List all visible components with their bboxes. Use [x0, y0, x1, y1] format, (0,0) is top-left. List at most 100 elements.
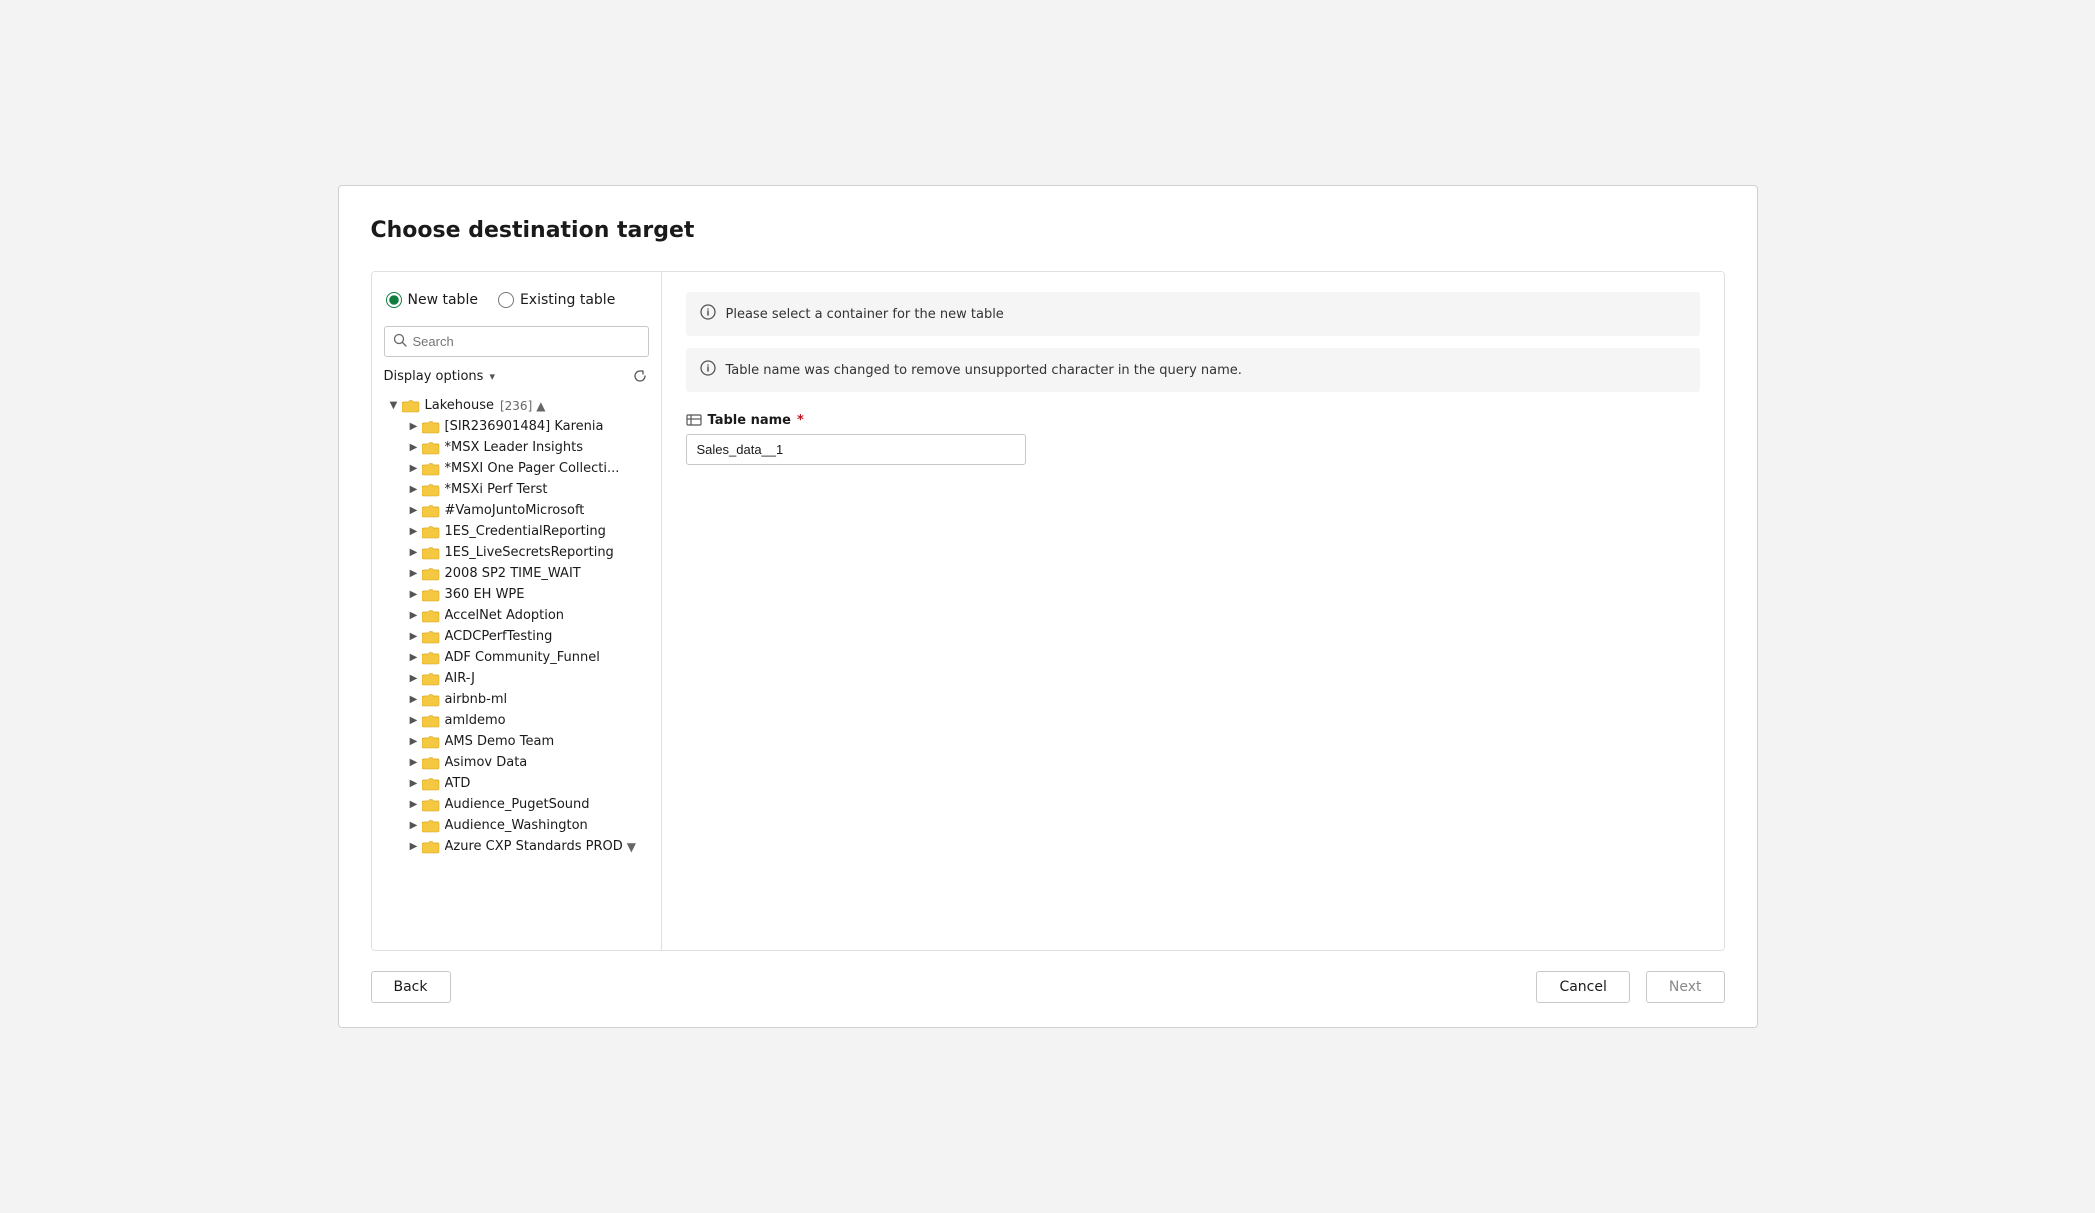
choose-destination-dialog: Choose destination target New table Exis… — [338, 185, 1758, 1028]
tree-item[interactable]: ▶ AccelNet Adoption — [404, 605, 649, 626]
item-chevron-icon: ▶ — [406, 841, 422, 852]
tree-item[interactable]: ▶ 1ES_LiveSecretsReporting — [404, 542, 649, 563]
tree-item-label: ADF Community_Funnel — [445, 650, 600, 665]
item-chevron-icon: ▶ — [406, 484, 422, 495]
item-chevron-icon: ▶ — [406, 463, 422, 474]
tree-item[interactable]: ▶ ATD — [404, 773, 649, 794]
tree-item[interactable]: ▶ Asimov Data — [404, 752, 649, 773]
folder-icon — [422, 504, 440, 518]
tree-item-label: 360 EH WPE — [445, 587, 525, 602]
tree-item[interactable]: ▶ ACDCPerfTesting — [404, 626, 649, 647]
tree-item[interactable]: ▶ 2008 SP2 TIME_WAIT — [404, 563, 649, 584]
tree-item[interactable]: ▶ *MSX Leader Insights — [404, 437, 649, 458]
table-type-radio-group: New table Existing table — [384, 288, 649, 312]
tree-item[interactable]: ▶ 1ES_CredentialReporting — [404, 521, 649, 542]
item-chevron-icon: ▶ — [406, 799, 422, 810]
tree-item[interactable]: ▶ 360 EH WPE — [404, 584, 649, 605]
dialog-title: Choose destination target — [371, 218, 1725, 243]
new-table-radio-label[interactable]: New table — [386, 292, 478, 308]
item-chevron-icon: ▶ — [406, 631, 422, 642]
table-name-label-row: Table name * — [686, 412, 1700, 428]
tree-item-label: Asimov Data — [445, 755, 528, 770]
item-chevron-icon: ▶ — [406, 421, 422, 432]
search-input[interactable] — [413, 334, 640, 349]
folder-icon — [422, 462, 440, 476]
tree-item[interactable]: ▶ AMS Demo Team — [404, 731, 649, 752]
item-chevron-icon: ▶ — [406, 694, 422, 705]
existing-table-radio[interactable] — [498, 292, 514, 308]
tree-item[interactable]: ▶ airbnb-ml — [404, 689, 649, 710]
folder-icon — [422, 567, 440, 581]
table-name-label-text: Table name — [708, 413, 791, 428]
item-chevron-icon: ▶ — [406, 778, 422, 789]
tree-item-label: ATD — [445, 776, 471, 791]
folder-icon — [422, 693, 440, 707]
folder-icon — [422, 525, 440, 539]
refresh-icon — [633, 369, 647, 383]
left-panel: New table Existing table — [372, 272, 662, 950]
root-count: [236] — [500, 399, 532, 413]
tree-item[interactable]: ▶ *MSXi Perf Terst — [404, 479, 649, 500]
tree-children: ▶ [SIR236901484] Karenia▶ *MSX Leader In… — [384, 416, 649, 857]
tree-item[interactable]: ▶ [SIR236901484] Karenia — [404, 416, 649, 437]
search-box[interactable] — [384, 326, 649, 357]
warning-banner: Table name was changed to remove unsuppo… — [686, 348, 1700, 392]
tree-item[interactable]: ▶ Audience_Washington — [404, 815, 649, 836]
tree-item-label: Audience_PugetSound — [445, 797, 590, 812]
item-chevron-icon: ▶ — [406, 757, 422, 768]
tree-item[interactable]: ▶ amldemo — [404, 710, 649, 731]
tree-item[interactable]: ▶ Azure CXP Standards PROD▼ — [404, 836, 649, 857]
back-button[interactable]: Back — [371, 971, 451, 1003]
scroll-up-icon: ▲ — [536, 399, 545, 413]
existing-table-label: Existing table — [520, 292, 615, 308]
warning-message: Table name was changed to remove unsuppo… — [726, 363, 1242, 378]
next-button[interactable]: Next — [1646, 971, 1725, 1003]
folder-icon — [422, 609, 440, 623]
tree-container[interactable]: ▼ Lakehouse [236] ▲ ▶ [SIR236901484] K — [384, 395, 649, 934]
tree-root-item[interactable]: ▼ Lakehouse [236] ▲ — [384, 395, 649, 416]
tree-item-label: airbnb-ml — [445, 692, 508, 707]
tree-item-label: AMS Demo Team — [445, 734, 555, 749]
tree-item-label: #VamoJuntoMicrosoft — [445, 503, 585, 518]
folder-icon — [422, 588, 440, 602]
item-chevron-icon: ▶ — [406, 820, 422, 831]
search-icon — [393, 332, 407, 351]
folder-icon — [422, 441, 440, 455]
folder-icon — [422, 798, 440, 812]
item-chevron-icon: ▶ — [406, 505, 422, 516]
refresh-button[interactable] — [631, 367, 649, 385]
tree-item-label: amldemo — [445, 713, 506, 728]
item-chevron-icon: ▶ — [406, 610, 422, 621]
tree-item-label: ACDCPerfTesting — [445, 629, 553, 644]
info-icon — [700, 304, 716, 324]
table-name-input[interactable] — [686, 434, 1026, 465]
tree-item[interactable]: ▶ #VamoJuntoMicrosoft — [404, 500, 649, 521]
tree-item[interactable]: ▶ *MSXI One Pager Collecti... — [404, 458, 649, 479]
tree-item[interactable]: ▶ Audience_PugetSound — [404, 794, 649, 815]
folder-icon — [422, 630, 440, 644]
right-panel: Please select a container for the new ta… — [662, 272, 1724, 950]
tree-item-label: *MSX Leader Insights — [445, 440, 584, 455]
new-table-radio[interactable] — [386, 292, 402, 308]
display-options-label: Display options — [384, 369, 484, 384]
item-chevron-icon: ▶ — [406, 589, 422, 600]
root-chevron-icon: ▼ — [386, 400, 402, 411]
dialog-body: New table Existing table — [371, 271, 1725, 951]
existing-table-radio-label[interactable]: Existing table — [498, 292, 615, 308]
item-chevron-icon: ▶ — [406, 568, 422, 579]
item-chevron-icon: ▶ — [406, 652, 422, 663]
tree-item[interactable]: ▶ ADF Community_Funnel — [404, 647, 649, 668]
display-options-row: Display options ▾ — [384, 367, 649, 385]
new-table-label: New table — [408, 292, 478, 308]
display-options-button[interactable]: Display options ▾ — [384, 369, 495, 384]
folder-icon — [422, 735, 440, 749]
cancel-button[interactable]: Cancel — [1536, 971, 1629, 1003]
tree-item-label: AIR-J — [445, 671, 475, 686]
tree-item[interactable]: ▶ AIR-J — [404, 668, 649, 689]
footer-right-buttons: Cancel Next — [1536, 971, 1724, 1003]
scroll-down-icon: ▼ — [627, 840, 636, 854]
table-name-icon — [686, 412, 702, 428]
folder-icon — [422, 483, 440, 497]
required-star: * — [797, 413, 804, 428]
folder-icon — [422, 840, 440, 854]
